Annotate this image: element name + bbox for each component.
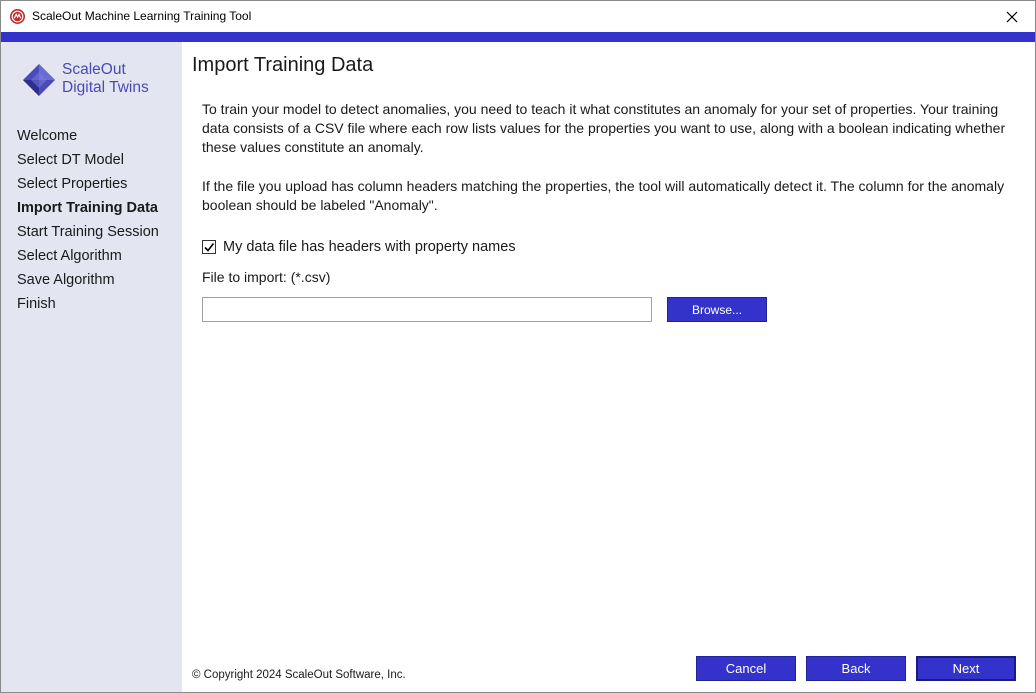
wizard-steps-nav: Welcome Select DT Model Select Propertie… — [17, 127, 159, 319]
accent-band — [1, 32, 1035, 42]
sidebar-item-select-properties[interactable]: Select Properties — [17, 175, 159, 199]
logo-text: ScaleOut Digital Twins — [62, 61, 149, 97]
close-button[interactable] — [989, 1, 1035, 32]
close-icon — [1006, 11, 1018, 22]
headers-note-paragraph: If the file you upload has column header… — [202, 178, 1005, 213]
next-button[interactable]: Next — [916, 656, 1016, 681]
page-title: Import Training Data — [192, 54, 374, 76]
app-window: ScaleOut Machine Learning Training Tool … — [0, 0, 1036, 693]
sidebar-item-save-algorithm[interactable]: Save Algorithm — [17, 271, 159, 295]
file-import-label: File to import: (*.csv) — [202, 269, 331, 285]
sidebar-item-welcome[interactable]: Welcome — [17, 127, 159, 151]
headers-checkbox-label[interactable]: My data file has headers with property n… — [223, 239, 516, 255]
sidebar-item-start-training-session[interactable]: Start Training Session — [17, 223, 159, 247]
copyright-text: © Copyright 2024 ScaleOut Software, Inc. — [192, 669, 406, 681]
browse-button[interactable]: Browse... — [667, 297, 767, 322]
diamond-logo-icon — [23, 64, 55, 96]
sidebar-item-import-training-data[interactable]: Import Training Data — [17, 199, 159, 223]
instructions-paragraph: To train your model to detect anomalies,… — [202, 101, 1006, 155]
sidebar-item-select-algorithm[interactable]: Select Algorithm — [17, 247, 159, 271]
back-button[interactable]: Back — [806, 656, 906, 681]
headers-checkbox-row: My data file has headers with property n… — [202, 239, 516, 255]
logo-line2: Digital Twins — [62, 79, 149, 96]
sidebar-item-select-dt-model[interactable]: Select DT Model — [17, 151, 159, 175]
app-logo-icon — [10, 9, 25, 24]
checkmark-icon — [204, 243, 215, 252]
file-path-input[interactable] — [202, 297, 652, 322]
logo-line1: ScaleOut — [62, 61, 126, 78]
scaleout-logo: ScaleOut Digital Twins — [21, 60, 171, 100]
window-title: ScaleOut Machine Learning Training Tool — [32, 9, 252, 23]
title-bar: ScaleOut Machine Learning Training Tool — [1, 1, 1035, 32]
sidebar-item-finish[interactable]: Finish — [17, 295, 159, 319]
headers-checkbox[interactable] — [202, 240, 216, 254]
main-content: Import Training Data To train your model… — [182, 42, 1035, 692]
cancel-button[interactable]: Cancel — [696, 656, 796, 681]
sidebar: ScaleOut Digital Twins Welcome Select DT… — [1, 42, 182, 692]
